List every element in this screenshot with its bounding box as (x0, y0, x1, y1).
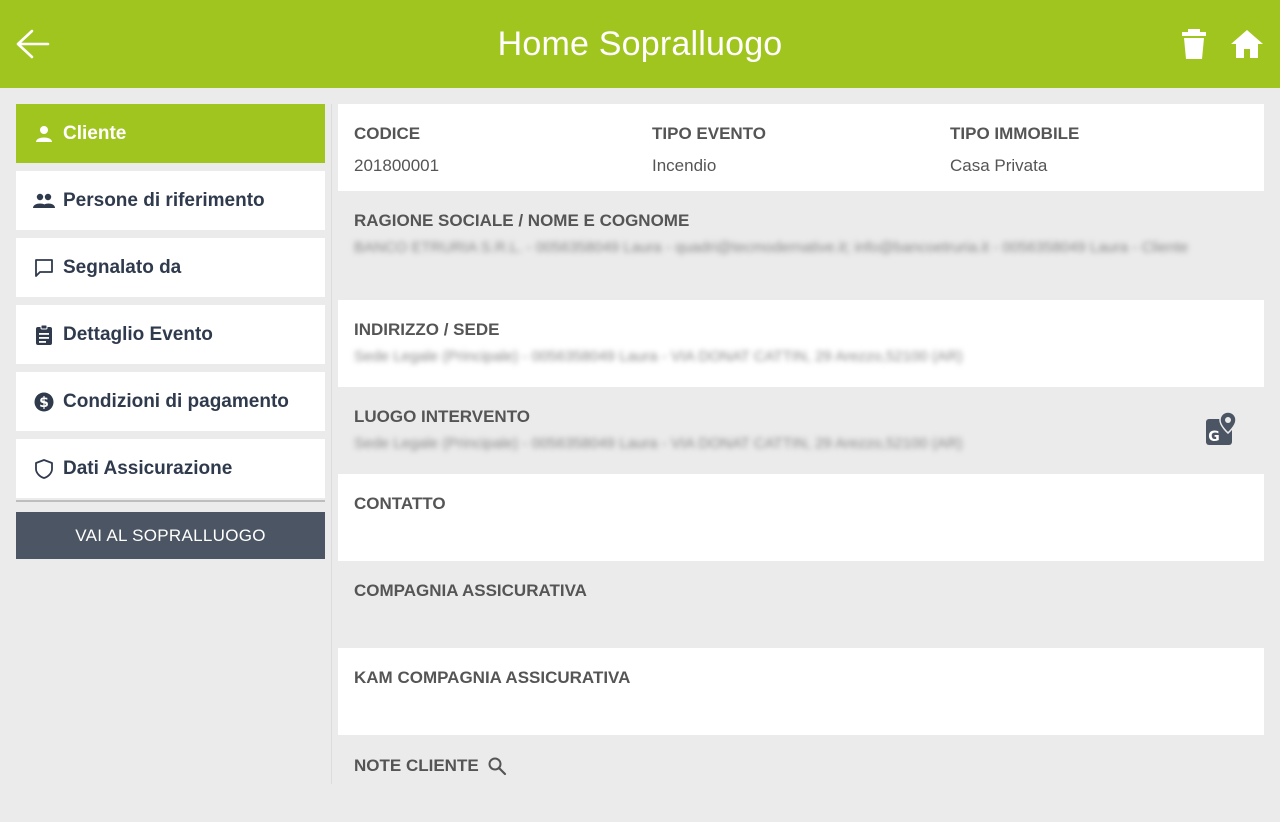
tipo-immobile-value: Casa Privata (950, 156, 1048, 175)
tipo-evento-label: TIPO EVENTO (652, 124, 766, 143)
sidebar-item-label: Cliente (63, 122, 127, 144)
map-pin-icon: G (1206, 411, 1237, 445)
arrow-left-icon (16, 29, 50, 59)
luogo-intervento-value: Sede Legale (Principale) - 0056358049 La… (354, 435, 963, 452)
sidebar-item-label: Persone di riferimento (63, 189, 265, 211)
sidebar-item-dati-assicurazione[interactable]: Dati Assicurazione (16, 439, 325, 498)
shield-icon (33, 458, 55, 480)
home-icon (1231, 30, 1263, 58)
client-details: CODICE 201800001 TIPO EVENTO Incendio TI… (338, 104, 1264, 822)
chat-icon (33, 257, 55, 279)
sidebar-divider (16, 500, 325, 502)
clipboard-icon (33, 324, 55, 346)
row-contatto: CONTATTO (338, 474, 1264, 561)
sidebar-item-cliente[interactable]: Cliente (16, 104, 325, 163)
vai-al-sopralluogo-button[interactable]: VAI AL SOPRALLUOGO (16, 512, 325, 559)
svg-text:$: $ (39, 395, 49, 411)
divider (331, 104, 332, 784)
delete-button[interactable] (1176, 26, 1212, 62)
sidebar: Cliente Persone di riferimento Segnalato… (16, 104, 325, 559)
sidebar-item-segnalato[interactable]: Segnalato da (16, 238, 325, 297)
row-luogo-intervento: LUOGO INTERVENTO Sede Legale (Principale… (338, 387, 1264, 474)
search-icon (488, 757, 506, 776)
note-cliente-label: NOTE CLIENTE (354, 756, 479, 775)
ragione-sociale-value: BANCO ETRURIA S.R.L. - 0056358049 Laura … (354, 239, 1189, 256)
dollar-circle-icon: $ (33, 391, 55, 413)
indirizzo-value: Sede Legale (Principale) - 0056358049 La… (354, 348, 963, 365)
person-icon (33, 123, 55, 145)
sidebar-item-label: Dettaglio Evento (63, 323, 213, 345)
home-button[interactable] (1229, 26, 1265, 62)
row-note-cliente: NOTE CLIENTE (338, 735, 1264, 822)
row-indirizzo: INDIRIZZO / SEDE Sede Legale (Principale… (338, 300, 1264, 387)
row-codice: CODICE 201800001 TIPO EVENTO Incendio TI… (338, 104, 1264, 191)
trash-icon (1182, 29, 1206, 59)
sidebar-item-persone[interactable]: Persone di riferimento (16, 171, 325, 230)
tipo-immobile-label: TIPO IMMOBILE (950, 124, 1080, 143)
codice-label: CODICE (354, 124, 421, 143)
people-icon (33, 190, 55, 212)
luogo-intervento-label: LUOGO INTERVENTO (354, 407, 531, 426)
compagnia-label: COMPAGNIA ASSICURATIVA (354, 581, 587, 600)
sidebar-item-label: Condizioni di pagamento (63, 390, 289, 412)
contatto-label: CONTATTO (354, 494, 446, 513)
map-location-button[interactable]: G (1204, 411, 1238, 447)
row-compagnia: COMPAGNIA ASSICURATIVA (338, 561, 1264, 648)
svg-text:G: G (1208, 429, 1220, 445)
indirizzo-label: INDIRIZZO / SEDE (354, 320, 500, 339)
back-button[interactable] (12, 26, 52, 62)
row-kam-compagnia: KAM COMPAGNIA ASSICURATIVA (338, 648, 1264, 735)
sidebar-item-label: Dati Assicurazione (63, 457, 233, 479)
sidebar-item-dettaglio-evento[interactable]: Dettaglio Evento (16, 305, 325, 364)
app-bar: Home Sopralluogo (0, 0, 1280, 88)
ragione-sociale-label: RAGIONE SOCIALE / NOME E COGNOME (354, 211, 690, 230)
search-notes-button[interactable] (487, 755, 509, 777)
sidebar-item-condizioni-pagamento[interactable]: $ Condizioni di pagamento (16, 372, 325, 431)
codice-value: 201800001 (354, 156, 440, 175)
kam-compagnia-label: KAM COMPAGNIA ASSICURATIVA (354, 668, 631, 687)
row-ragione-sociale: RAGIONE SOCIALE / NOME E COGNOME BANCO E… (338, 191, 1264, 300)
page-title: Home Sopralluogo (497, 24, 783, 63)
sidebar-item-label: Segnalato da (63, 256, 182, 278)
tipo-evento-value: Incendio (652, 156, 717, 175)
